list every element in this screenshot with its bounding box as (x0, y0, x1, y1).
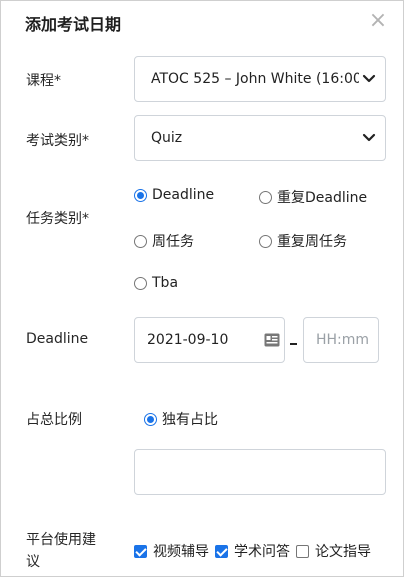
radio-button[interactable] (144, 412, 157, 426)
task-type-option-tba[interactable]: Tba (134, 275, 178, 291)
exam-type-label: 考试类别* (26, 133, 89, 149)
checkbox-label: 视频辅导 (153, 544, 209, 560)
weight-label: 占总比例 (26, 412, 82, 428)
radio-label: 重复周任务 (277, 234, 347, 250)
radio-button[interactable] (259, 190, 272, 204)
radio-label: Deadline (152, 187, 215, 203)
radio-button[interactable] (259, 234, 272, 248)
exam-type-select[interactable]: Quiz (134, 115, 386, 161)
chevron-down-icon (362, 74, 376, 83)
radio-label: 周任务 (152, 234, 194, 250)
dialog-title: 添加考试日期 (25, 15, 122, 34)
task-type-label: 任务类别* (26, 211, 89, 227)
exam-type-selected-value: Quiz (151, 130, 183, 146)
deadline-date-input[interactable]: 2021-09-10 (134, 317, 285, 363)
checkbox[interactable] (296, 544, 309, 558)
weight-input[interactable] (134, 449, 386, 495)
radio-button[interactable] (134, 188, 147, 202)
platform-option-thesis-guidance[interactable]: 论文指导 (296, 541, 371, 561)
platform-options: 视频辅导 学术问答 论文指导 (134, 541, 377, 561)
deadline-time-input[interactable]: HH:mm (303, 317, 379, 363)
add-exam-date-dialog: 添加考试日期 × 课程* ATOC 525 – John White (16:0… (0, 0, 404, 577)
radio-button[interactable] (134, 234, 147, 248)
platform-option-video-tutoring[interactable]: 视频辅导 (134, 541, 209, 561)
deadline-time-placeholder: HH:mm (316, 332, 370, 348)
deadline-label: Deadline (26, 331, 89, 347)
range-separator (290, 343, 297, 345)
platform-label: 平台使用建议 (26, 532, 96, 570)
checkbox[interactable] (134, 544, 147, 558)
platform-option-academic-qa[interactable]: 学术问答 (215, 541, 290, 561)
close-icon[interactable]: × (367, 7, 389, 35)
checkbox[interactable] (215, 544, 228, 558)
checkbox-label: 学术问答 (234, 544, 290, 560)
radio-label: 重复Deadline (277, 190, 368, 206)
task-type-option-repeat-deadline[interactable]: 重复Deadline (259, 187, 367, 207)
radio-label: Tba (152, 275, 179, 291)
radio-label: 独有占比 (162, 412, 218, 428)
chevron-down-icon (362, 133, 376, 142)
weight-option-exclusive[interactable]: 独有占比 (144, 409, 218, 429)
task-type-option-weekly[interactable]: 周任务 (134, 231, 194, 251)
course-select[interactable]: ATOC 525 – John White (16:00 (134, 56, 386, 102)
checkbox-label: 论文指导 (315, 544, 371, 560)
task-type-option-deadline[interactable]: Deadline (134, 187, 214, 203)
radio-button[interactable] (134, 276, 147, 290)
deadline-date-value: 2021-09-10 (147, 332, 229, 348)
task-type-option-repeat-weekly[interactable]: 重复周任务 (259, 231, 347, 251)
calendar-icon[interactable] (264, 333, 280, 347)
course-label: 课程* (26, 73, 61, 89)
course-selected-value: ATOC 525 – John White (16:00 (151, 71, 359, 87)
